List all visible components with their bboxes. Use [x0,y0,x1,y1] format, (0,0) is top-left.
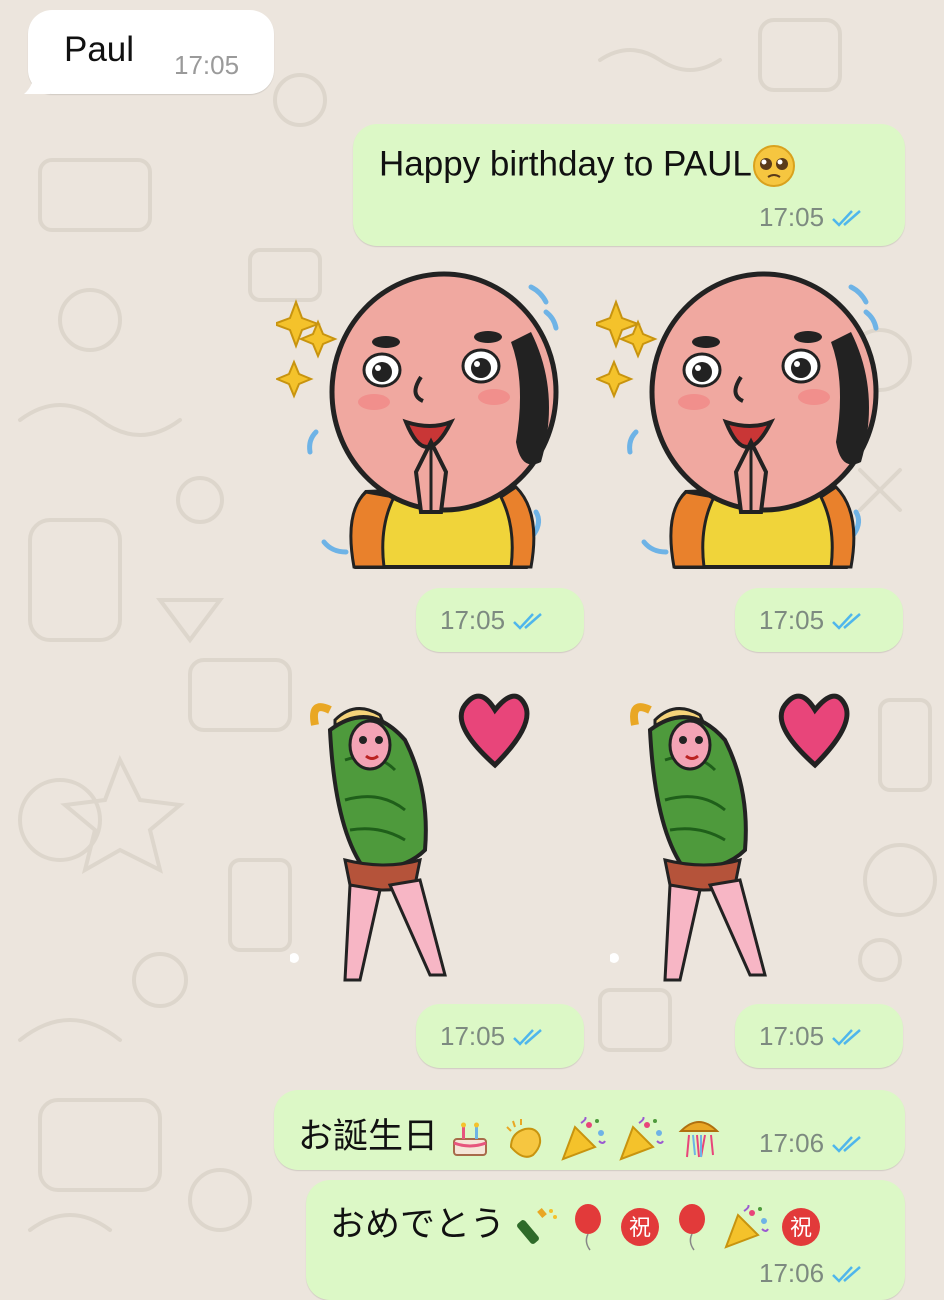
sticker-timestamp-chip: 17:05 [416,588,584,652]
timestamp-text: 17:05 [174,50,240,80]
message-text: お誕生日 [298,1108,723,1161]
read-receipt-icon [513,612,542,630]
champagne-emoji [516,1207,557,1244]
read-receipt-icon [832,1135,861,1153]
sticker-timestamp-chip: 17:05 [735,1004,903,1068]
watermelon-girl-heart-sticker[interactable] [610,690,860,990]
bald-man-pleading-sticker[interactable] [596,262,902,572]
sticker-timestamp-chip: 17:05 [416,1004,584,1068]
timestamp-text: 17:06 [759,1128,825,1158]
message-text: おめでとう 祝 祝 [330,1196,823,1251]
svg-text:祝: 祝 [629,1216,651,1241]
timestamp-text: 17:05 [440,1021,506,1051]
svg-text:祝: 祝 [790,1216,812,1241]
party-popper-emoji [619,1116,664,1161]
balloon-emoji [678,1203,705,1251]
congratulations-kanji-emoji: 祝 [782,1207,821,1246]
message-text: Paul [64,30,135,69]
timestamp-text: 17:05 [440,605,506,635]
message-timestamp: 17:05 [759,1021,868,1052]
birthday-cake-emoji [452,1122,487,1156]
read-receipt-icon [832,1265,861,1283]
outgoing-message-bubble[interactable]: Happy birthday to PAUL 17:05 [353,124,905,246]
timestamp-text: 17:05 [759,202,825,232]
party-popper-emoji [561,1116,607,1161]
timestamp-text: 17:06 [759,1258,825,1288]
message-timestamp: 17:05 [174,50,239,81]
message-timestamp: 17:05 [759,202,868,233]
watermelon-girl-heart-sticker[interactable] [290,690,540,990]
outgoing-message-bubble[interactable]: お誕生日 17:06 [274,1090,905,1170]
confetti-ball-emoji [678,1120,720,1157]
read-receipt-icon [832,209,861,227]
party-popper-emoji [723,1204,769,1249]
message-text-body: お誕生日 [298,1117,439,1156]
message-timestamp: 17:05 [440,605,549,636]
message-text-body: Happy birthday to PAUL [379,144,752,184]
incoming-message-bubble[interactable]: Paul 17:05 [28,10,274,94]
balloon-emoji [575,1203,602,1251]
read-receipt-icon [832,1028,861,1046]
read-receipt-icon [832,612,861,630]
message-text: Happy birthday to PAUL [379,144,796,188]
read-receipt-icon [513,1028,542,1046]
timestamp-text: 17:05 [759,605,825,635]
message-timestamp: 17:05 [440,1021,549,1052]
message-timestamp: 17:05 [759,605,868,636]
congratulations-kanji-emoji: 祝 [621,1207,660,1246]
pleading-face-emoji [752,145,795,187]
message-timestamp: 17:06 [759,1258,868,1289]
message-text-body: おめでとう [330,1205,506,1244]
bubble-tail [24,66,50,94]
sticker-timestamp-chip: 17:05 [735,588,903,652]
timestamp-text: 17:05 [759,1021,825,1051]
bald-man-pleading-sticker[interactable] [276,262,582,572]
message-timestamp: 17:06 [759,1128,868,1159]
clapping-hands-emoji [506,1118,542,1158]
outgoing-message-bubble[interactable]: おめでとう 祝 祝 17:06 [306,1180,905,1300]
